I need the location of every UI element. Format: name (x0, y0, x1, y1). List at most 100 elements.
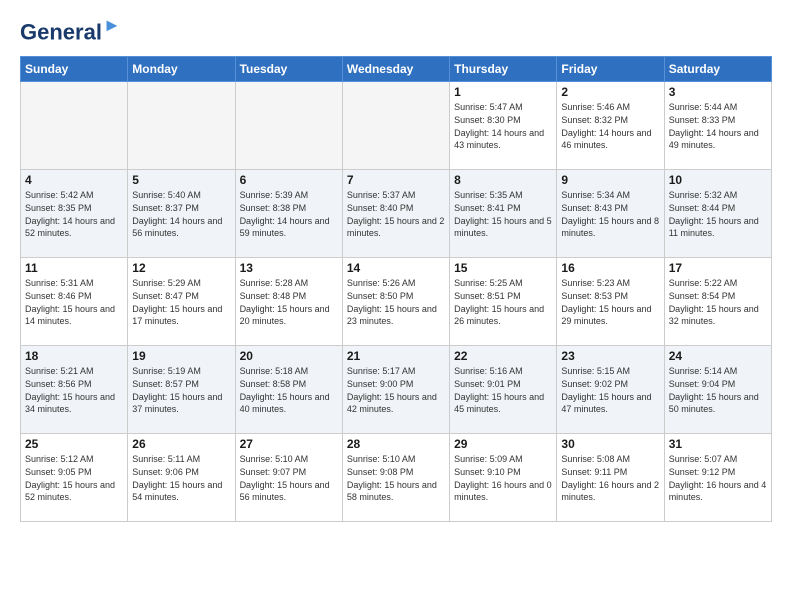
logo-general: General (20, 19, 102, 44)
day-info: Sunrise: 5:44 AMSunset: 8:33 PMDaylight:… (669, 101, 767, 151)
weekday-header-wednesday: Wednesday (342, 57, 449, 82)
calendar-cell-13: 13 Sunrise: 5:28 AMSunset: 8:48 PMDayligh… (235, 258, 342, 346)
weekday-header-thursday: Thursday (450, 57, 557, 82)
day-number: 16 (561, 261, 659, 275)
calendar-cell-7: 7Sunrise: 5:37 AMSunset: 8:40 PMDaylight… (342, 170, 449, 258)
calendar-cell-12: 12 Sunrise: 5:29 AMSunset: 8:47 PMDayligh… (128, 258, 235, 346)
calendar-cell-empty (21, 82, 128, 170)
calendar-cell-18: 18Sunrise: 5:21 AMSunset: 8:56 PMDayligh… (21, 346, 128, 434)
calendar-cell-25: 25 Sunrise: 5:12 AMSunset: 9:05 PMDayligh… (21, 434, 128, 522)
calendar-cell-9: 9Sunrise: 5:34 AMSunset: 8:43 PMDaylight… (557, 170, 664, 258)
calendar-cell-15: 15Sunrise: 5:25 AMSunset: 8:51 PMDayligh… (450, 258, 557, 346)
day-info: Sunrise: 5:32 AMSunset: 8:44 PMDaylight:… (669, 189, 767, 239)
calendar-cell-10: 10 Sunrise: 5:32 AMSunset: 8:44 PMDayligh… (664, 170, 771, 258)
weekday-header-friday: Friday (557, 57, 664, 82)
week-row-3: 11 Sunrise: 5:31 AMSunset: 8:46 PMDayligh… (21, 258, 772, 346)
day-info: Sunrise: 5:25 AMSunset: 8:51 PMDaylight:… (454, 277, 552, 327)
day-number: 27 (240, 437, 338, 451)
calendar-cell-17: 17Sunrise: 5:22 AMSunset: 8:54 PMDayligh… (664, 258, 771, 346)
day-number: 31 (669, 437, 767, 451)
day-info: Sunrise: 5:18 AMSunset: 8:58 PMDaylight:… (240, 365, 338, 415)
logo-text: General► (20, 16, 121, 43)
calendar-cell-empty (342, 82, 449, 170)
day-number: 14 (347, 261, 445, 275)
calendar-cell-11: 11 Sunrise: 5:31 AMSunset: 8:46 PMDayligh… (21, 258, 128, 346)
day-info: Sunrise: 5:12 AMSunset: 9:05 PMDaylight:… (25, 453, 123, 503)
week-row-5: 25 Sunrise: 5:12 AMSunset: 9:05 PMDayligh… (21, 434, 772, 522)
calendar-cell-31: 31 Sunrise: 5:07 AMSunset: 9:12 PMDayligh… (664, 434, 771, 522)
calendar-table: SundayMondayTuesdayWednesdayThursdayFrid… (20, 56, 772, 522)
calendar-cell-empty (128, 82, 235, 170)
day-info: Sunrise: 5:22 AMSunset: 8:54 PMDaylight:… (669, 277, 767, 327)
weekday-header-saturday: Saturday (664, 57, 771, 82)
calendar-cell-3: 3 Sunrise: 5:44 AMSunset: 8:33 PMDaylight… (664, 82, 771, 170)
calendar-cell-1: 1Sunrise: 5:47 AMSunset: 8:30 PMDaylight… (450, 82, 557, 170)
day-info: Sunrise: 5:46 AMSunset: 8:32 PMDaylight:… (561, 101, 659, 151)
day-number: 30 (561, 437, 659, 451)
day-number: 13 (240, 261, 338, 275)
day-info: Sunrise: 5:17 AMSunset: 9:00 PMDaylight:… (347, 365, 445, 415)
day-info: Sunrise: 5:40 AMSunset: 8:37 PMDaylight:… (132, 189, 230, 239)
day-number: 1 (454, 85, 552, 99)
week-row-4: 18Sunrise: 5:21 AMSunset: 8:56 PMDayligh… (21, 346, 772, 434)
day-number: 12 (132, 261, 230, 275)
day-info: Sunrise: 5:16 AMSunset: 9:01 PMDaylight:… (454, 365, 552, 415)
calendar-cell-2: 2 Sunrise: 5:46 AMSunset: 8:32 PMDaylight… (557, 82, 664, 170)
day-info: Sunrise: 5:34 AMSunset: 8:43 PMDaylight:… (561, 189, 659, 239)
day-number: 21 (347, 349, 445, 363)
header: General► (20, 16, 772, 46)
day-info: Sunrise: 5:37 AMSunset: 8:40 PMDaylight:… (347, 189, 445, 239)
day-info: Sunrise: 5:08 AMSunset: 9:11 PMDaylight:… (561, 453, 659, 503)
calendar-cell-23: 23Sunrise: 5:15 AMSunset: 9:02 PMDayligh… (557, 346, 664, 434)
logo: General► (20, 16, 121, 46)
weekday-header-tuesday: Tuesday (235, 57, 342, 82)
day-number: 20 (240, 349, 338, 363)
calendar-cell-6: 6Sunrise: 5:39 AMSunset: 8:38 PMDaylight… (235, 170, 342, 258)
day-number: 26 (132, 437, 230, 451)
day-info: Sunrise: 5:07 AMSunset: 9:12 PMDaylight:… (669, 453, 767, 503)
calendar-cell-26: 26 Sunrise: 5:11 AMSunset: 9:06 PMDayligh… (128, 434, 235, 522)
calendar-cell-22: 22 Sunrise: 5:16 AMSunset: 9:01 PMDayligh… (450, 346, 557, 434)
weekday-header-sunday: Sunday (21, 57, 128, 82)
calendar-cell-28: 28 Sunrise: 5:10 AMSunset: 9:08 PMDayligh… (342, 434, 449, 522)
day-info: Sunrise: 5:42 AMSunset: 8:35 PMDaylight:… (25, 189, 123, 239)
calendar-cell-24: 24 Sunrise: 5:14 AMSunset: 9:04 PMDayligh… (664, 346, 771, 434)
day-number: 25 (25, 437, 123, 451)
calendar-cell-16: 16 Sunrise: 5:23 AMSunset: 8:53 PMDayligh… (557, 258, 664, 346)
day-number: 11 (25, 261, 123, 275)
day-info: Sunrise: 5:29 AMSunset: 8:47 PMDaylight:… (132, 277, 230, 327)
day-info: Sunrise: 5:23 AMSunset: 8:53 PMDaylight:… (561, 277, 659, 327)
week-row-1: 1Sunrise: 5:47 AMSunset: 8:30 PMDaylight… (21, 82, 772, 170)
logo-arrow: ► (103, 15, 121, 35)
day-number: 10 (669, 173, 767, 187)
day-number: 18 (25, 349, 123, 363)
day-number: 3 (669, 85, 767, 99)
calendar-cell-empty (235, 82, 342, 170)
day-info: Sunrise: 5:14 AMSunset: 9:04 PMDaylight:… (669, 365, 767, 415)
calendar-page: General► SundayMondayTuesdayWednesdayThu… (0, 0, 792, 612)
day-number: 24 (669, 349, 767, 363)
day-number: 22 (454, 349, 552, 363)
day-info: Sunrise: 5:15 AMSunset: 9:02 PMDaylight:… (561, 365, 659, 415)
day-info: Sunrise: 5:26 AMSunset: 8:50 PMDaylight:… (347, 277, 445, 327)
calendar-cell-27: 27 Sunrise: 5:10 AMSunset: 9:07 PMDayligh… (235, 434, 342, 522)
calendar-cell-30: 30 Sunrise: 5:08 AMSunset: 9:11 PMDayligh… (557, 434, 664, 522)
day-number: 5 (132, 173, 230, 187)
day-info: Sunrise: 5:10 AMSunset: 9:07 PMDaylight:… (240, 453, 338, 503)
calendar-cell-14: 14 Sunrise: 5:26 AMSunset: 8:50 PMDayligh… (342, 258, 449, 346)
day-number: 6 (240, 173, 338, 187)
day-info: Sunrise: 5:11 AMSunset: 9:06 PMDaylight:… (132, 453, 230, 503)
day-number: 28 (347, 437, 445, 451)
day-number: 19 (132, 349, 230, 363)
calendar-cell-20: 20 Sunrise: 5:18 AMSunset: 8:58 PMDayligh… (235, 346, 342, 434)
day-number: 29 (454, 437, 552, 451)
day-info: Sunrise: 5:28 AMSunset: 8:48 PMDaylight:… (240, 277, 338, 327)
calendar-cell-8: 8Sunrise: 5:35 AMSunset: 8:41 PMDaylight… (450, 170, 557, 258)
week-row-2: 4 Sunrise: 5:42 AMSunset: 8:35 PMDaylight… (21, 170, 772, 258)
day-number: 2 (561, 85, 659, 99)
calendar-cell-29: 29Sunrise: 5:09 AMSunset: 9:10 PMDayligh… (450, 434, 557, 522)
day-info: Sunrise: 5:31 AMSunset: 8:46 PMDaylight:… (25, 277, 123, 327)
calendar-cell-4: 4 Sunrise: 5:42 AMSunset: 8:35 PMDaylight… (21, 170, 128, 258)
day-number: 4 (25, 173, 123, 187)
day-info: Sunrise: 5:10 AMSunset: 9:08 PMDaylight:… (347, 453, 445, 503)
